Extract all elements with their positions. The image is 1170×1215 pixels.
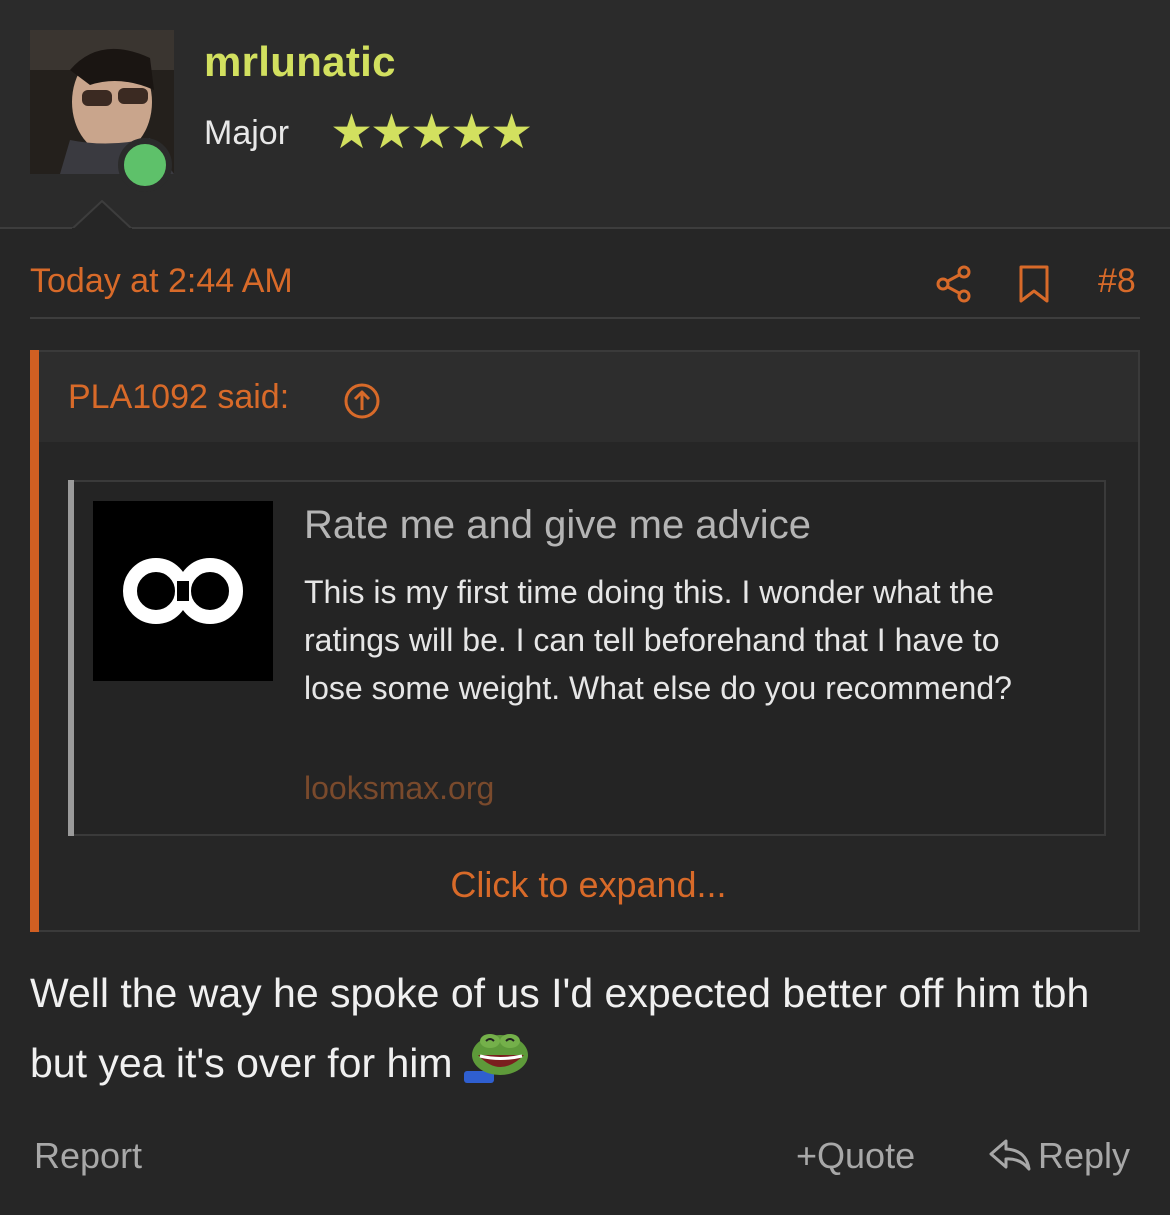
post-number-link[interactable]: #8 xyxy=(1098,262,1136,301)
reply-button-label: Reply xyxy=(1038,1135,1131,1176)
embed-accent-bar xyxy=(68,480,74,836)
laughing-frog-emoji-icon xyxy=(463,1034,528,1083)
online-status-indicator xyxy=(118,138,172,192)
post-message: Well the way he spoke of us I'd expected… xyxy=(30,958,1150,1098)
share-icon[interactable] xyxy=(934,264,974,304)
quote-accent-bar xyxy=(30,350,39,932)
quote-button-label: Quote xyxy=(817,1135,916,1176)
reply-arrow-icon xyxy=(989,1139,1031,1171)
embed-url[interactable]: looksmax.org xyxy=(304,770,494,807)
rank-stars: ★★★★★ xyxy=(330,106,533,159)
embed-description: This is my first time doing this. I wond… xyxy=(304,574,1012,706)
site-logo-icon xyxy=(93,501,273,681)
meta-divider xyxy=(30,317,1140,319)
quote-author-link[interactable]: PLA1092 said: xyxy=(68,378,289,417)
click-to-expand-link[interactable]: Click to expand... xyxy=(39,864,1138,906)
header-divider xyxy=(0,227,1170,229)
header-pointer xyxy=(72,200,132,230)
user-rank: Major xyxy=(204,114,290,152)
bookmark-icon[interactable] xyxy=(1017,264,1051,304)
reply-button[interactable]: Reply xyxy=(988,1135,1130,1177)
jump-to-quote-icon[interactable] xyxy=(343,382,381,420)
embed-title[interactable]: Rate me and give me advice xyxy=(304,503,811,548)
quote-button[interactable]: +Quote xyxy=(796,1135,915,1177)
username[interactable]: mrlunatic xyxy=(204,38,396,86)
quote-plus-icon: + xyxy=(796,1135,818,1176)
post-timestamp[interactable]: Today at 2:44 AM xyxy=(30,262,293,301)
post-message-text: Well the way he spoke of us I'd expected… xyxy=(30,970,1090,1086)
post-user-header xyxy=(0,0,1170,228)
report-button[interactable]: Report xyxy=(34,1135,142,1177)
